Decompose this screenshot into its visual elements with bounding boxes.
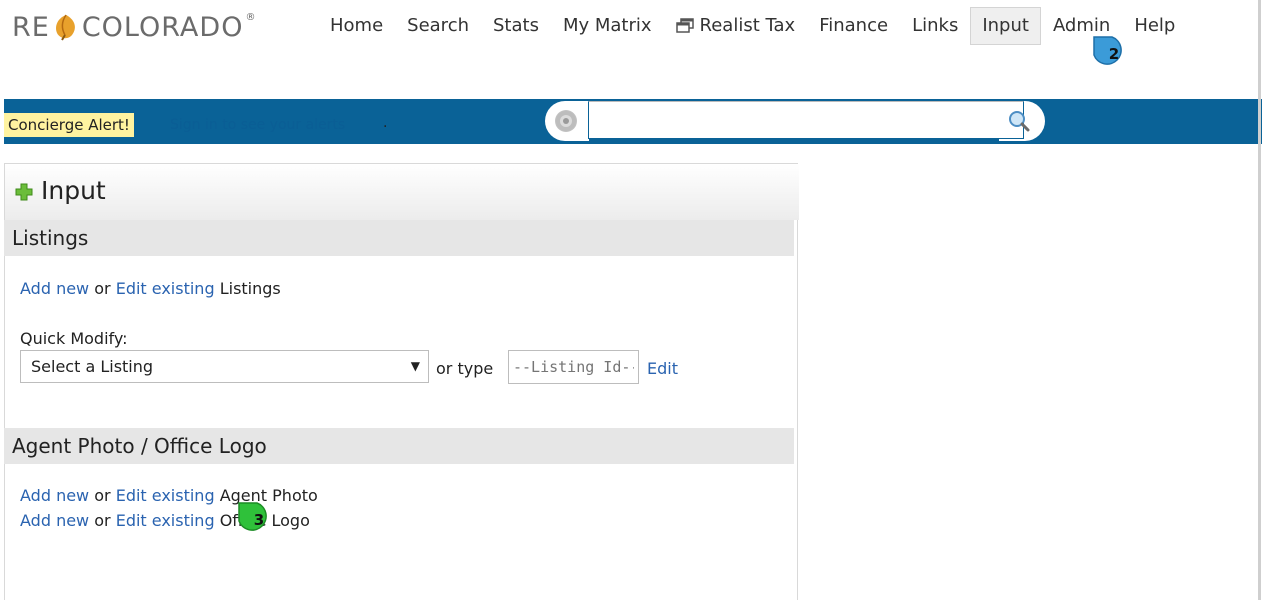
nav-label: Help [1134,15,1176,36]
speedbar-search [545,101,1045,141]
or-text: or [94,486,111,505]
edit-existing-office-logo-link[interactable]: Edit existing [116,511,215,530]
or-text: or [94,279,111,298]
nav-label: Input [982,15,1029,36]
dropdown-arrow-icon: ▼ [410,359,420,373]
nav-help[interactable]: Help [1122,7,1187,45]
quick-modify-label: Quick Modify: [20,329,128,348]
edit-listing-link[interactable]: Edit [647,359,678,378]
top-header: RE COLORADO ® Home Search Stats My Matri… [0,0,1264,60]
nav-stats[interactable]: Stats [481,7,551,45]
nav-label: Stats [493,15,539,36]
speedbar-search-input[interactable] [588,101,1024,139]
nav-label: Realist Tax [699,15,796,36]
select-listing-value: Select a Listing [31,357,154,376]
nav-links[interactable]: Links [900,7,970,45]
window-edge [1258,0,1261,600]
section-heading-agent-photo: Agent Photo / Office Logo [4,428,794,464]
section-heading-listings: Listings [4,220,794,256]
aspen-leaf-icon [55,14,75,41]
add-new-listing-link[interactable]: Add new [20,279,89,298]
nav-search[interactable]: Search [395,7,481,45]
page-title: Input [41,176,106,205]
or-type-text: or type [436,359,494,378]
concierge-alert-end: . [383,115,388,131]
logo-text-right: COLORADO [81,11,244,43]
concierge-alert-badge[interactable]: Concierge Alert! [4,113,134,137]
listings-actions: Add new or Edit existing Listings [20,279,281,299]
or-text: or [94,511,111,530]
panel-header: Input [5,164,799,220]
callout-number: 3 [253,511,265,529]
nav-label: Search [407,15,469,36]
external-window-icon [675,18,694,33]
nav-label: Finance [819,15,889,36]
nav-label: My Matrix [562,15,652,36]
logo-text-left: RE [12,11,50,43]
nav-home[interactable]: Home [318,7,395,45]
recolorado-logo[interactable]: RE COLORADO ® [12,10,255,44]
plus-icon [15,183,33,201]
search-icon[interactable] [1007,109,1031,133]
edit-existing-listing-link[interactable]: Edit existing [116,279,215,298]
nav-realist-tax[interactable]: Realist Tax [664,7,808,45]
main-nav: Home Search Stats My Matrix Realist Tax … [318,6,1187,46]
nav-input[interactable]: Input [970,7,1041,45]
nav-my-matrix[interactable]: My Matrix [551,7,664,45]
edit-existing-agent-photo-link[interactable]: Edit existing [116,486,215,505]
nav-finance[interactable]: Finance [807,7,900,45]
concierge-alert-link[interactable]: Sign in to see your alerts [170,115,345,135]
step-callout-3: 3 [238,502,272,536]
callout-number: 2 [1108,45,1120,63]
add-new-agent-photo-link[interactable]: Add new [20,486,89,505]
listings-suffix: Listings [219,279,281,298]
listing-id-input[interactable] [508,350,639,384]
help-icon[interactable] [555,110,577,132]
select-listing-dropdown[interactable]: Select a Listing ▼ [20,350,429,383]
add-new-office-logo-link[interactable]: Add new [20,511,89,530]
nav-label: Home [330,15,384,36]
logo-registered-mark: ® [245,11,256,23]
nav-label: Links [912,15,959,36]
step-callout-2: 2 [1093,36,1127,70]
